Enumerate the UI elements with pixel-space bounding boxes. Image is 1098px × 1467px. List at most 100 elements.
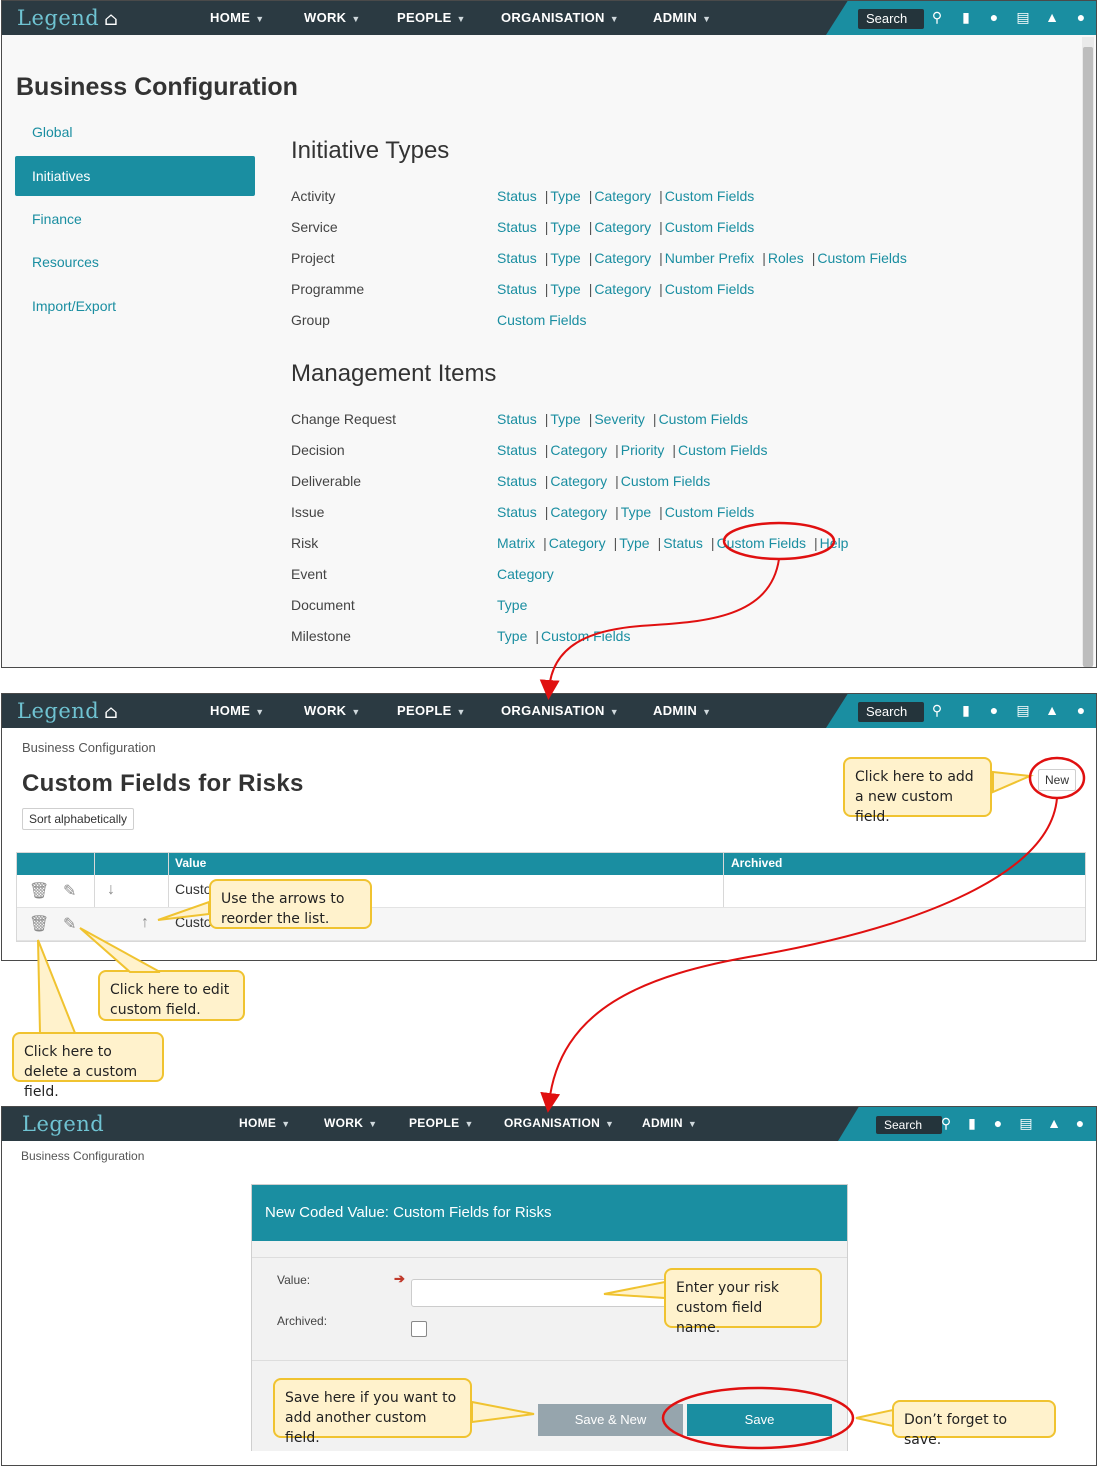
- value-input[interactable]: [411, 1279, 671, 1307]
- sort-alphabetically-button[interactable]: Sort alphabetically: [22, 808, 135, 830]
- config-link-type[interactable]: Type: [550, 188, 580, 204]
- config-link-status[interactable]: Status: [497, 504, 537, 520]
- user-icon[interactable]: ●: [1073, 9, 1089, 25]
- config-link-category[interactable]: Category: [594, 188, 651, 204]
- config-link-category[interactable]: Category: [549, 535, 606, 551]
- bell-icon[interactable]: ▲: [1046, 1115, 1062, 1131]
- config-link-custom-fields[interactable]: Custom Fields: [717, 535, 806, 551]
- sidebar-item-initiatives[interactable]: Initiatives: [15, 156, 255, 196]
- trash-icon[interactable]: 🗑: [29, 881, 49, 901]
- config-link-status[interactable]: Status: [497, 473, 537, 489]
- config-link-category[interactable]: Category: [594, 281, 651, 297]
- config-link-custom-fields[interactable]: Custom Fields: [817, 250, 906, 266]
- config-link-type[interactable]: Type: [497, 597, 527, 613]
- config-link-number-prefix[interactable]: Number Prefix: [665, 250, 754, 266]
- breadcrumb[interactable]: Business Configuration: [22, 740, 156, 755]
- document-icon[interactable]: ▤: [1015, 9, 1031, 25]
- config-link-type[interactable]: Type: [621, 504, 651, 520]
- config-link-custom-fields[interactable]: Custom Fields: [665, 504, 754, 520]
- sidebar-item-import-export[interactable]: Import/Export: [15, 286, 255, 326]
- config-link-status[interactable]: Status: [497, 250, 537, 266]
- bell-icon[interactable]: ▲: [1044, 702, 1060, 718]
- config-link-category[interactable]: Category: [594, 250, 651, 266]
- config-link-status[interactable]: Status: [497, 281, 537, 297]
- nav-admin[interactable]: ADMIN ▼: [642, 1116, 697, 1130]
- search-icon[interactable]: ⚲: [929, 702, 945, 718]
- chat-icon[interactable]: ●: [986, 9, 1002, 25]
- nav-organisation[interactable]: ORGANISATION ▼: [504, 1116, 614, 1130]
- config-link-category[interactable]: Category: [550, 504, 607, 520]
- pencil-icon[interactable]: ✎: [63, 914, 76, 934]
- column-value-header[interactable]: Value: [175, 856, 206, 870]
- document-icon[interactable]: ▤: [1015, 702, 1031, 718]
- config-link-type[interactable]: Type: [550, 411, 580, 427]
- config-link-status[interactable]: Status: [497, 188, 537, 204]
- home-icon[interactable]: ⌂: [104, 9, 118, 30]
- config-link-type[interactable]: Type: [550, 219, 580, 235]
- nav-admin[interactable]: ADMIN ▼: [653, 10, 711, 25]
- sidebar-item-global[interactable]: Global: [15, 112, 255, 152]
- search-input[interactable]: Search: [858, 9, 924, 29]
- document-icon[interactable]: ▤: [1018, 1115, 1034, 1131]
- bookmark-icon[interactable]: ▮: [964, 1115, 980, 1131]
- user-icon[interactable]: ●: [1073, 702, 1089, 718]
- archived-checkbox[interactable]: [411, 1321, 427, 1337]
- nav-organisation[interactable]: ORGANISATION ▼: [501, 703, 619, 718]
- config-link-category[interactable]: Category: [550, 442, 607, 458]
- config-link-custom-fields[interactable]: Custom Fields: [678, 442, 767, 458]
- config-link-type[interactable]: Type: [497, 628, 527, 644]
- config-link-matrix[interactable]: Matrix: [497, 535, 535, 551]
- chat-icon[interactable]: ●: [986, 702, 1002, 718]
- sidebar-item-finance[interactable]: Finance: [15, 199, 255, 239]
- nav-people[interactable]: PEOPLE ▼: [397, 703, 466, 718]
- legend-logo[interactable]: Legend: [22, 1112, 104, 1136]
- column-archived-header[interactable]: Archived: [731, 856, 782, 870]
- search-icon[interactable]: ⚲: [929, 9, 945, 25]
- scrollbar-thumb[interactable]: [1083, 47, 1093, 667]
- config-link-category[interactable]: Category: [497, 566, 554, 582]
- config-link-custom-fields[interactable]: Custom Fields: [621, 473, 710, 489]
- config-link-type[interactable]: Type: [550, 281, 580, 297]
- nav-people[interactable]: PEOPLE ▼: [409, 1116, 474, 1130]
- bell-icon[interactable]: ▲: [1044, 9, 1060, 25]
- config-link-roles[interactable]: Roles: [768, 250, 804, 266]
- home-icon[interactable]: ⌂: [104, 702, 118, 723]
- legend-logo[interactable]: Legend ⌂: [17, 699, 118, 723]
- config-link-custom-fields[interactable]: Custom Fields: [497, 312, 586, 328]
- vertical-scrollbar[interactable]: [1082, 37, 1094, 667]
- legend-logo[interactable]: Legend ⌂: [17, 6, 118, 30]
- config-link-category[interactable]: Category: [594, 219, 651, 235]
- pencil-icon[interactable]: ✎: [63, 881, 76, 901]
- new-button[interactable]: New: [1038, 769, 1077, 791]
- config-link-status[interactable]: Status: [663, 535, 703, 551]
- config-link-type[interactable]: Type: [619, 535, 649, 551]
- search-input[interactable]: Search: [858, 702, 924, 722]
- trash-icon[interactable]: 🗑: [29, 914, 49, 934]
- nav-home[interactable]: HOME ▼: [239, 1116, 290, 1130]
- bookmark-icon[interactable]: ▮: [958, 702, 974, 718]
- breadcrumb[interactable]: Business Configuration: [21, 1149, 144, 1163]
- nav-home[interactable]: HOME ▼: [210, 703, 264, 718]
- config-link-custom-fields[interactable]: Custom Fields: [659, 411, 748, 427]
- nav-admin[interactable]: ADMIN ▼: [653, 703, 711, 718]
- config-link-type[interactable]: Type: [550, 250, 580, 266]
- search-icon[interactable]: ⚲: [938, 1115, 954, 1131]
- config-link-custom-fields[interactable]: Custom Fields: [665, 188, 754, 204]
- config-link-severity[interactable]: Severity: [594, 411, 645, 427]
- chat-icon[interactable]: ●: [990, 1115, 1006, 1131]
- save-button[interactable]: Save: [687, 1404, 832, 1436]
- nav-organisation[interactable]: ORGANISATION ▼: [501, 10, 619, 25]
- config-link-status[interactable]: Status: [497, 219, 537, 235]
- nav-people[interactable]: PEOPLE ▼: [397, 10, 466, 25]
- config-link-custom-fields[interactable]: Custom Fields: [665, 219, 754, 235]
- config-link-priority[interactable]: Priority: [621, 442, 665, 458]
- search-input[interactable]: Search: [876, 1116, 942, 1134]
- sidebar-item-resources[interactable]: Resources: [15, 242, 255, 282]
- nav-work[interactable]: WORK ▼: [304, 703, 361, 718]
- arrow-down-icon[interactable]: ↓: [107, 881, 115, 899]
- config-link-custom-fields[interactable]: Custom Fields: [541, 628, 630, 644]
- nav-home[interactable]: HOME ▼: [210, 10, 264, 25]
- nav-work[interactable]: WORK ▼: [324, 1116, 377, 1130]
- config-link-status[interactable]: Status: [497, 442, 537, 458]
- arrow-up-icon[interactable]: ↑: [141, 914, 149, 932]
